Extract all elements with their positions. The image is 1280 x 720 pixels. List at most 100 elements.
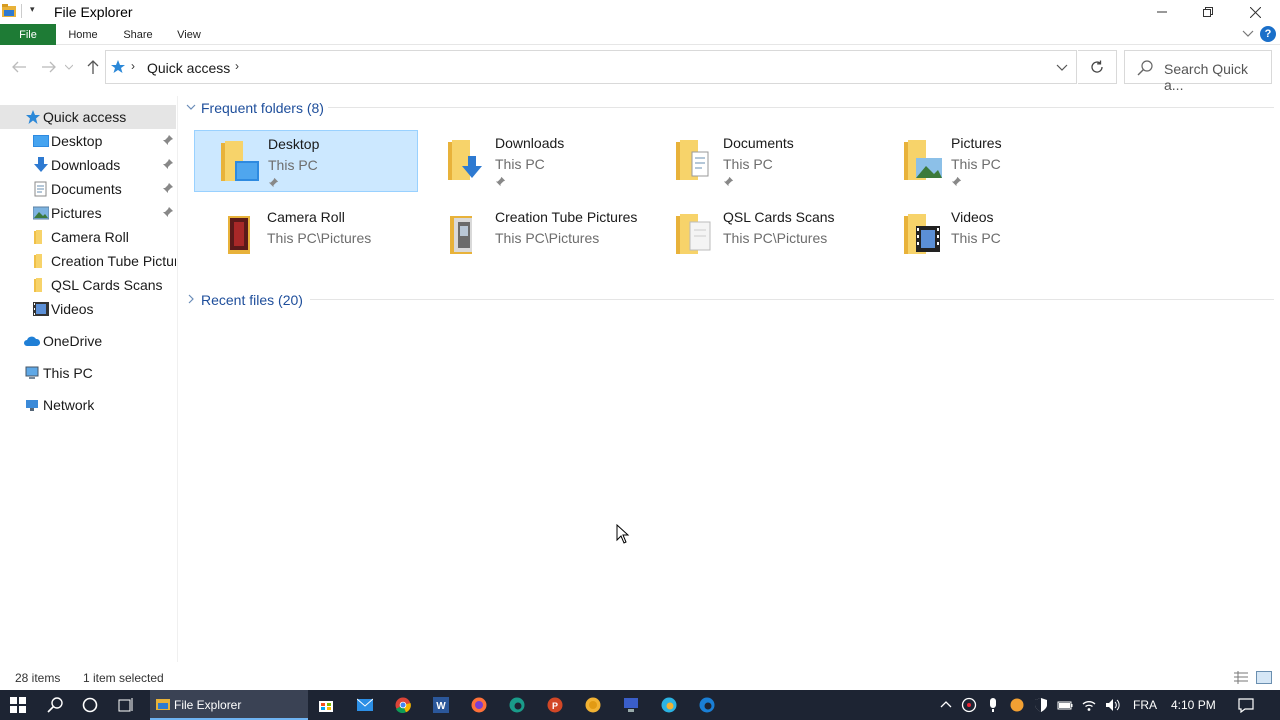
pin-icon: [723, 176, 734, 187]
powerpoint-app[interactable]: P: [545, 695, 565, 715]
address-bar[interactable]: › Quick access ›: [105, 50, 1077, 84]
search-icon: [47, 697, 63, 713]
recent-locations-dropdown[interactable]: [63, 58, 75, 76]
search-taskbar-button[interactable]: [45, 695, 65, 715]
group-header-frequent-folders[interactable]: Frequent folders (8): [186, 96, 1274, 120]
yellow-app[interactable]: [583, 695, 603, 715]
store-app[interactable]: [316, 695, 336, 715]
group-header-recent-files[interactable]: Recent files (20): [186, 288, 1274, 312]
tab-home[interactable]: Home: [60, 24, 106, 45]
folder-app-icon[interactable]: [2, 4, 16, 18]
folder-name: Downloads: [495, 135, 565, 151]
sidebar-item-network[interactable]: Network: [0, 393, 176, 417]
wifi-icon[interactable]: [1081, 697, 1097, 713]
title-bar: ▾ File Explorer: [0, 0, 1280, 24]
pin-icon[interactable]: [162, 158, 174, 170]
folder-icon: [34, 278, 42, 292]
toolbar-separator: [21, 4, 22, 18]
search-box[interactable]: Search Quick a...: [1124, 50, 1272, 93]
ribbon-tabs: File Home Share View ?: [0, 24, 1280, 45]
refresh-button[interactable]: [1078, 50, 1117, 84]
cortana-button[interactable]: [80, 695, 100, 715]
firefox-app[interactable]: [469, 695, 489, 715]
sidebar-item-desktop[interactable]: Desktop: [0, 129, 176, 153]
sidebar-item-this-pc[interactable]: This PC: [0, 361, 176, 385]
large-icons-view-icon[interactable]: [1256, 671, 1272, 684]
expand-ribbon-icon[interactable]: [1242, 27, 1254, 39]
tray-app-icon[interactable]: [961, 697, 977, 713]
window-title: File Explorer: [54, 4, 133, 20]
chevron-down-icon: [65, 64, 73, 70]
sidebar-item-downloads[interactable]: Downloads: [0, 153, 176, 177]
edge-app[interactable]: [697, 695, 717, 715]
defender-shield-icon[interactable]: [1033, 697, 1049, 713]
folder-tile-downloads[interactable]: Downloads This PC: [422, 130, 646, 192]
breadcrumb-chevron-icon[interactable]: ›: [235, 59, 239, 73]
folder-tile-pictures[interactable]: Pictures This PC: [878, 130, 1102, 192]
details-view-icon[interactable]: [1234, 671, 1248, 684]
remote-app[interactable]: [621, 695, 641, 715]
folder-name: Pictures: [951, 135, 1002, 151]
folder-path: This PC: [951, 156, 1001, 172]
chrome-app[interactable]: [393, 695, 413, 715]
sidebar-item-onedrive[interactable]: OneDrive: [0, 329, 176, 353]
battery-icon[interactable]: [1057, 697, 1073, 713]
input-language[interactable]: FRA: [1133, 698, 1157, 712]
cloud-icon: [24, 336, 40, 346]
notification-icon[interactable]: [1238, 697, 1254, 713]
close-button[interactable]: [1232, 0, 1278, 24]
restore-button[interactable]: [1185, 0, 1231, 24]
orange-tray-icon[interactable]: [1009, 697, 1025, 713]
pin-icon[interactable]: [162, 206, 174, 218]
folder-tile-creation-tube-pictures[interactable]: Creation Tube Pictures This PC\Pictures: [422, 204, 646, 266]
volume-icon[interactable]: [1105, 697, 1121, 713]
sidebar-label: Desktop: [51, 133, 103, 149]
breadcrumb-quick-access[interactable]: Quick access: [147, 60, 230, 76]
microphone-icon[interactable]: [985, 697, 1001, 713]
up-arrow-icon: [87, 60, 99, 74]
help-button[interactable]: ?: [1260, 26, 1276, 42]
clock[interactable]: 4:10 PM: [1171, 698, 1216, 712]
folder-path: This PC: [723, 156, 773, 172]
sidebar-item-creation-tube-pictures[interactable]: Creation Tube Pictur: [0, 249, 176, 273]
sidebar-item-documents[interactable]: Documents: [0, 177, 176, 201]
word-app[interactable]: W: [431, 695, 451, 715]
folder-tile-qsl-cards-scans[interactable]: QSL Cards Scans This PC\Pictures: [650, 204, 874, 266]
pin-icon[interactable]: [162, 182, 174, 194]
sidebar-item-camera-roll[interactable]: Camera Roll: [0, 225, 176, 249]
edge-dev-app[interactable]: [507, 695, 527, 715]
tab-file[interactable]: File: [0, 24, 56, 45]
pin-icon[interactable]: [162, 134, 174, 146]
mail-app[interactable]: [355, 695, 375, 715]
film-icon: [33, 302, 49, 316]
minimize-button[interactable]: [1139, 0, 1185, 24]
address-dropdown-icon[interactable]: [1056, 61, 1068, 73]
task-view-button[interactable]: [116, 695, 136, 715]
tab-share[interactable]: Share: [116, 24, 160, 45]
breadcrumb-chevron-icon[interactable]: ›: [131, 59, 135, 73]
folder-tile-camera-roll[interactable]: Camera Roll This PC\Pictures: [194, 204, 418, 266]
back-button[interactable]: [10, 58, 28, 76]
folder-path: This PC\Pictures: [267, 230, 372, 246]
chevron-up-icon[interactable]: [938, 697, 954, 713]
sidebar-item-qsl-cards-scans[interactable]: QSL Cards Scans: [0, 273, 176, 297]
qsl-cards-folder-icon: [676, 214, 711, 254]
quick-access-toolbar-dropdown[interactable]: ▾: [30, 4, 35, 15]
sidebar-item-quick-access[interactable]: Quick access: [0, 105, 176, 129]
tab-view[interactable]: View: [170, 24, 208, 45]
navigation-bar: › Quick access › Search Quick a...: [0, 46, 1280, 93]
folder-tile-desktop[interactable]: Desktop This PC: [194, 130, 418, 192]
folder-tile-documents[interactable]: Documents This PC: [650, 130, 874, 192]
folder-name: QSL Cards Scans: [723, 209, 835, 225]
folder-tile-videos[interactable]: Videos This PC: [878, 204, 1102, 266]
sidebar-item-videos[interactable]: Videos: [0, 297, 176, 321]
restore-icon: [1203, 7, 1213, 17]
quick-access-star-icon: [111, 60, 125, 73]
sidebar-item-pictures[interactable]: Pictures: [0, 201, 176, 225]
edge-canary-app[interactable]: [659, 695, 679, 715]
videos-folder-icon: [904, 214, 940, 254]
up-button[interactable]: [84, 58, 102, 76]
forward-button[interactable]: [40, 58, 58, 76]
start-button[interactable]: [8, 695, 28, 715]
taskbar-file-explorer[interactable]: File Explorer: [150, 690, 308, 720]
